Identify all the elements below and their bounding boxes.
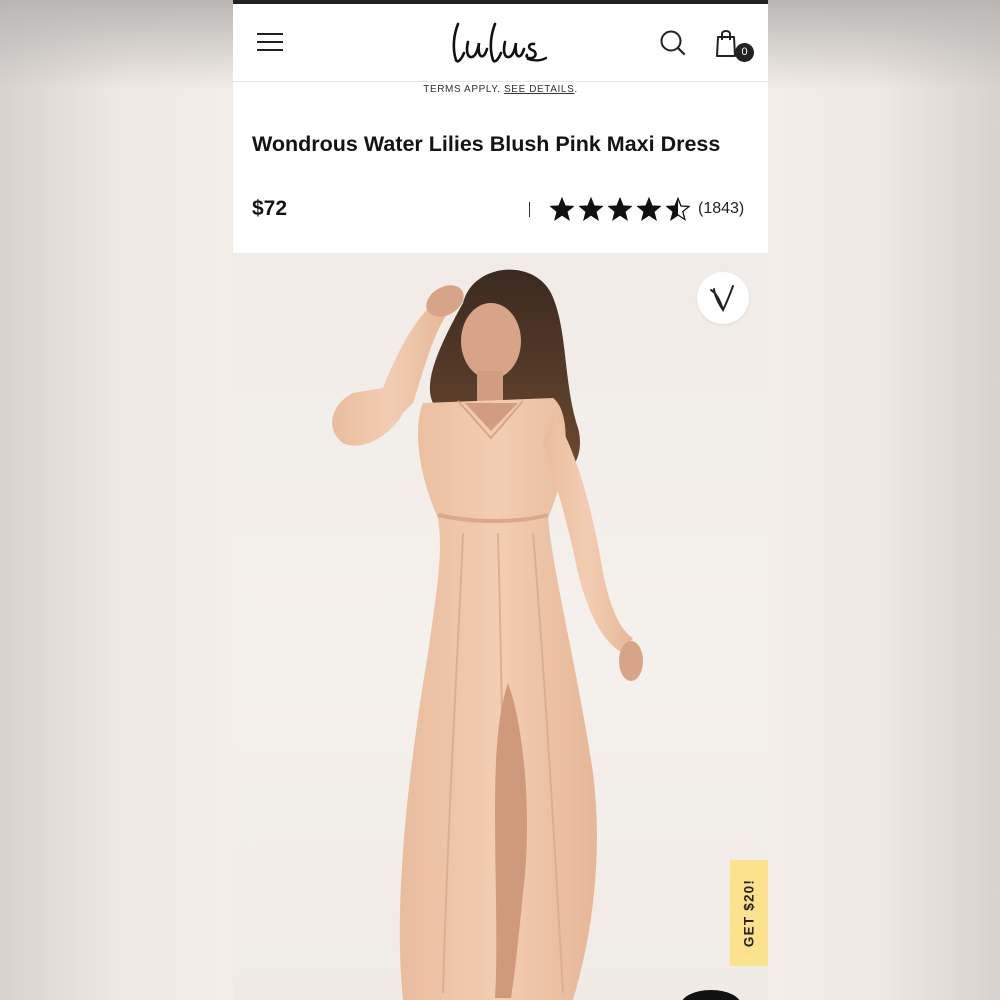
product-image[interactable] [233,253,768,1000]
site-header: 0 [233,4,768,82]
heart-icon [710,285,734,312]
rating-stars [550,197,690,221]
star-icon [666,197,690,221]
rating-separator [529,201,530,217]
star-icon [637,197,661,221]
mobile-page: 0 TERMS APPLY. SEE DETAILS. Wondrous Wat… [233,0,768,1000]
menu-button[interactable] [257,31,285,55]
model-photo [332,269,643,1000]
menu-icon [257,33,283,35]
logo-wordmark [452,22,548,63]
favorite-button[interactable] [697,272,749,324]
star-icon [608,197,632,221]
product-rating[interactable]: (1843) [529,196,744,222]
reward-label: GET $20! [741,878,757,948]
see-details-link[interactable]: SEE DETAILS [504,84,574,95]
cart-button[interactable]: 0 [713,26,754,62]
product-price: $72 [252,197,288,220]
promo-suffix: . [574,84,578,95]
search-button[interactable] [658,28,688,58]
promo-banner: TERMS APPLY. SEE DETAILS. [233,84,768,95]
search-icon [660,30,686,56]
product-title: Wondrous Water Lilies Blush Pink Maxi Dr… [252,132,721,156]
lulus-logo[interactable] [448,18,548,68]
star-icon [579,197,603,221]
promo-text: TERMS APPLY. [423,84,505,95]
star-icon [550,197,574,221]
review-count[interactable]: (1843) [698,200,744,218]
cart-count-badge: 0 [735,43,754,62]
get-20-tab[interactable]: GET $20! [730,860,768,966]
